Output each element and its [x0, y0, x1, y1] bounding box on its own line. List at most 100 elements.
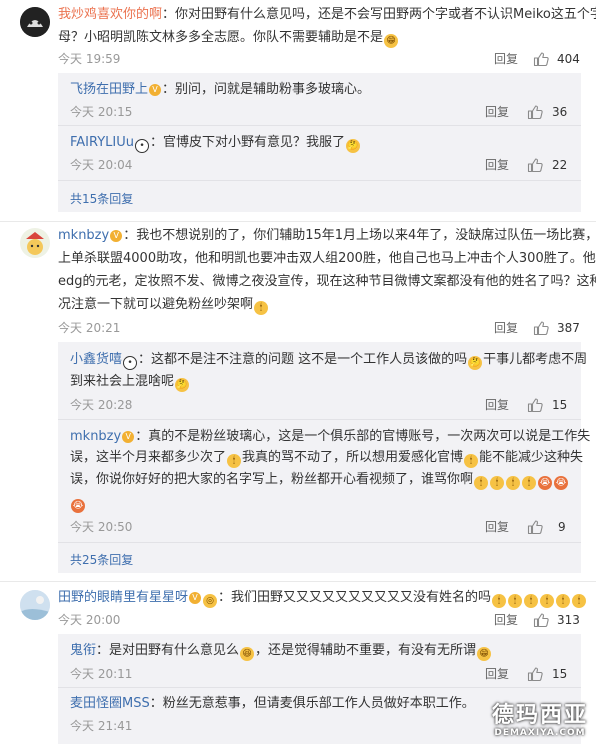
thumbs-up-icon[interactable] [527, 104, 543, 120]
comment-body: 况注意一下就可以避免粉丝吵架啊 [58, 297, 254, 312]
thumbs-up-icon[interactable] [527, 397, 543, 413]
reply-body: 我真的骂不动了，所以想用爱感化官博 [242, 450, 464, 465]
avatar-photo-icon [20, 590, 50, 620]
reply-body: 误，你说你好好的把大家的名字写上，粉丝都开心看视频了，谁骂你啊 [70, 472, 474, 487]
candle-emoji-icon: 🕯 [492, 594, 507, 608]
comment-text: 我炒鸡喜欢你的啊：你对田野有什么意见吗，还是不会写田野两个字或者不认识Meiko… [58, 4, 596, 26]
grin-emoji-icon: 😁 [477, 647, 492, 661]
like-count: 15 [552, 667, 568, 681]
thumbs-up-icon[interactable] [533, 612, 549, 628]
crying-emoji-icon: 😭 [554, 476, 569, 490]
reply-text: 飞扬在田野上 V ：别问，问就是辅助粉事多玻璃心。 [70, 79, 370, 101]
reply-text: 小鑫货嘻 • ：这都不是注不注意的问题 这不是一个工作人员该做的吗 🤔 干事儿都考虑不周 [70, 349, 587, 371]
username-link[interactable]: mknbzy [58, 228, 109, 243]
more-replies-link[interactable]: 共25条回复 [70, 552, 133, 568]
verified-badge-icon: V [149, 84, 162, 96]
divider [58, 180, 581, 181]
avatar[interactable] [20, 590, 50, 620]
username-link[interactable]: mknbzy [70, 429, 121, 444]
timestamp: 今天 20:50 [70, 520, 133, 534]
comment-text: 母？小昭明凯陈文林多多全志愿。你队不需要辅助是不是 😁 [58, 27, 399, 49]
thinking-emoji-icon: 🤔 [468, 356, 483, 370]
reply-button[interactable]: 回复 [494, 51, 518, 67]
candle-emoji-icon: 🕯 [540, 594, 555, 608]
avatar-cartoon-icon [20, 7, 50, 37]
candle-emoji-icon: 🕯 [506, 476, 521, 490]
like-count: 15 [552, 398, 568, 412]
reply-button[interactable]: 回复 [494, 320, 518, 336]
comment-text: edg的元老，定妆照不发、微博之夜没宣传，现在这种节目微博文案都没有他的姓名了吗… [58, 271, 596, 293]
divider [58, 125, 581, 126]
thumbs-up-icon[interactable] [533, 51, 549, 67]
like-count: 22 [552, 158, 568, 172]
reply-button[interactable]: 回复 [494, 612, 518, 628]
comment-body: ：我们田野又又又又又又又又又又没有姓名的吗 [218, 590, 492, 605]
comment-text: 况注意一下就可以避免粉丝吵架啊 🕯 [58, 294, 269, 316]
thumbs-up-icon[interactable] [527, 157, 543, 173]
username-link[interactable]: 麦田怪圈MSS [70, 696, 150, 711]
reply-text: 误，这半个月来都多少次了 🕯 我真的骂不动了，所以想用爱感化官博 🕯 能不能减少这种失 [70, 447, 583, 469]
comment-text: 田野的眼睛里有星星呀 V ◎ ：我们田野又又又又又又又又又又没有姓名的吗 🕯 🕯 🕯 🕯 🕯 🕯 [58, 587, 587, 609]
avatar-cartoon-icon [20, 228, 50, 258]
thinking-emoji-icon: 🤔 [175, 378, 190, 392]
username-link[interactable]: 我炒鸡喜欢你的啊 [58, 7, 162, 22]
timestamp: 今天 20:04 [70, 158, 133, 172]
reply-body: 干事儿都考虑不周 [483, 352, 588, 367]
candle-emoji-icon: 🕯 [227, 454, 242, 468]
comment-body: 母？小昭明凯陈文林多多全志愿。你队不需要辅助是不是 [58, 30, 384, 45]
like-count: 9 [558, 520, 566, 534]
divider [0, 581, 596, 582]
candle-emoji-icon: 🕯 [572, 594, 587, 608]
thumbs-up-icon[interactable] [533, 320, 549, 336]
reply-text: 到来社会上混啥呢 🤔 [70, 371, 190, 393]
timestamp: 今天 20:21 [58, 321, 121, 335]
timestamp: 今天 21:41 [70, 719, 133, 733]
candle-emoji-icon: 🕯 [522, 476, 537, 490]
comment-text: mknbzy V ：我也不想说别的了，你们辅助15年1月上场以来4年了，没缺席过队伍… [58, 225, 596, 247]
timestamp: 今天 19:59 [58, 52, 121, 66]
candle-emoji-icon: 🕯 [556, 594, 571, 608]
reply-body: ：粉丝无意惹事，但请麦俱乐部工作人员做好本职工作。 [149, 696, 475, 711]
watermark-cn: 德玛西亚 [491, 703, 588, 728]
username-link[interactable]: 小鑫货嘻 [70, 352, 122, 367]
comment-body: 上单杀联盟4000助攻，他和明凯也要冲击双人组200胜，他自己也马上冲击个人30… [58, 251, 596, 266]
avatar[interactable] [20, 228, 50, 258]
reply-body: 误，这半个月来都多少次了 [70, 450, 227, 465]
panda-badge-icon: • [134, 139, 149, 153]
reply-text: 误，你说你好好的把大家的名字写上，粉丝都开心看视频了，谁骂你啊 🕯 🕯 🕯 🕯 😭 😭 [70, 469, 569, 491]
more-replies-link[interactable]: 共15条回复 [70, 191, 133, 207]
reply-button[interactable]: 回复 [485, 397, 509, 413]
username-link[interactable]: 田野的眼睛里有星星呀 [58, 590, 188, 605]
crying-emoji-icon: 😭 [71, 499, 85, 513]
comment-body: ：你对田野有什么意见吗，还是不会写田野两个字或者不认识Meiko这五个字 [162, 7, 596, 22]
reply-text: 麦田怪圈MSS：粉丝无意惹事，但请麦俱乐部工作人员做好本职工作。 [70, 693, 475, 715]
reply-button[interactable]: 回复 [485, 157, 509, 173]
timestamp: 今天 20:11 [70, 667, 133, 681]
thumbs-up-icon[interactable] [527, 666, 543, 682]
divider [0, 221, 596, 222]
comment-body: edg的元老，定妆照不发、微博之夜没宣传，现在这种节目微博文案都没有他的姓名了吗… [58, 274, 596, 289]
username-link[interactable]: 鬼衔 [70, 643, 96, 658]
reply-button[interactable]: 回复 [485, 104, 509, 120]
like-count: 387 [557, 321, 580, 335]
comment-body: ：我也不想说别的了，你们辅助15年1月上场以来4年了，没缺席过队伍一场比赛，他马 [123, 228, 596, 243]
reply-body: ：真的不是粉丝玻璃心，这是一个俱乐部的官博账号，一次两次可以说是工作失 [135, 429, 591, 444]
timestamp: 今天 20:15 [70, 105, 133, 119]
verified-badge-icon: V [110, 230, 123, 242]
crying-emoji-icon: 😭 [538, 476, 553, 490]
username-link[interactable]: 飞扬在田野上 [70, 82, 148, 97]
candle-emoji-icon: 🕯 [490, 476, 505, 490]
reply-button[interactable]: 回复 [485, 666, 509, 682]
reply-button[interactable]: 回复 [485, 519, 509, 535]
like-count: 313 [557, 613, 580, 627]
candle-emoji-icon: 🕯 [508, 594, 523, 608]
candle-emoji-icon: 🕯 [524, 594, 539, 608]
divider [58, 687, 581, 688]
thumbs-up-icon[interactable] [527, 519, 543, 535]
timestamp: 今天 20:28 [70, 398, 133, 412]
reply-text: FAIRYLIUu • ：官博皮下对小野有意见？我服了 🤔 [70, 132, 361, 154]
avatar[interactable] [20, 7, 50, 37]
comment-text: 上单杀联盟4000助攻，他和明凯也要冲击双人组200胜，他自己也马上冲击个人30… [58, 248, 596, 270]
grin-emoji-icon: 😁 [384, 34, 399, 48]
username-link[interactable]: FAIRYLIUu [70, 135, 134, 150]
